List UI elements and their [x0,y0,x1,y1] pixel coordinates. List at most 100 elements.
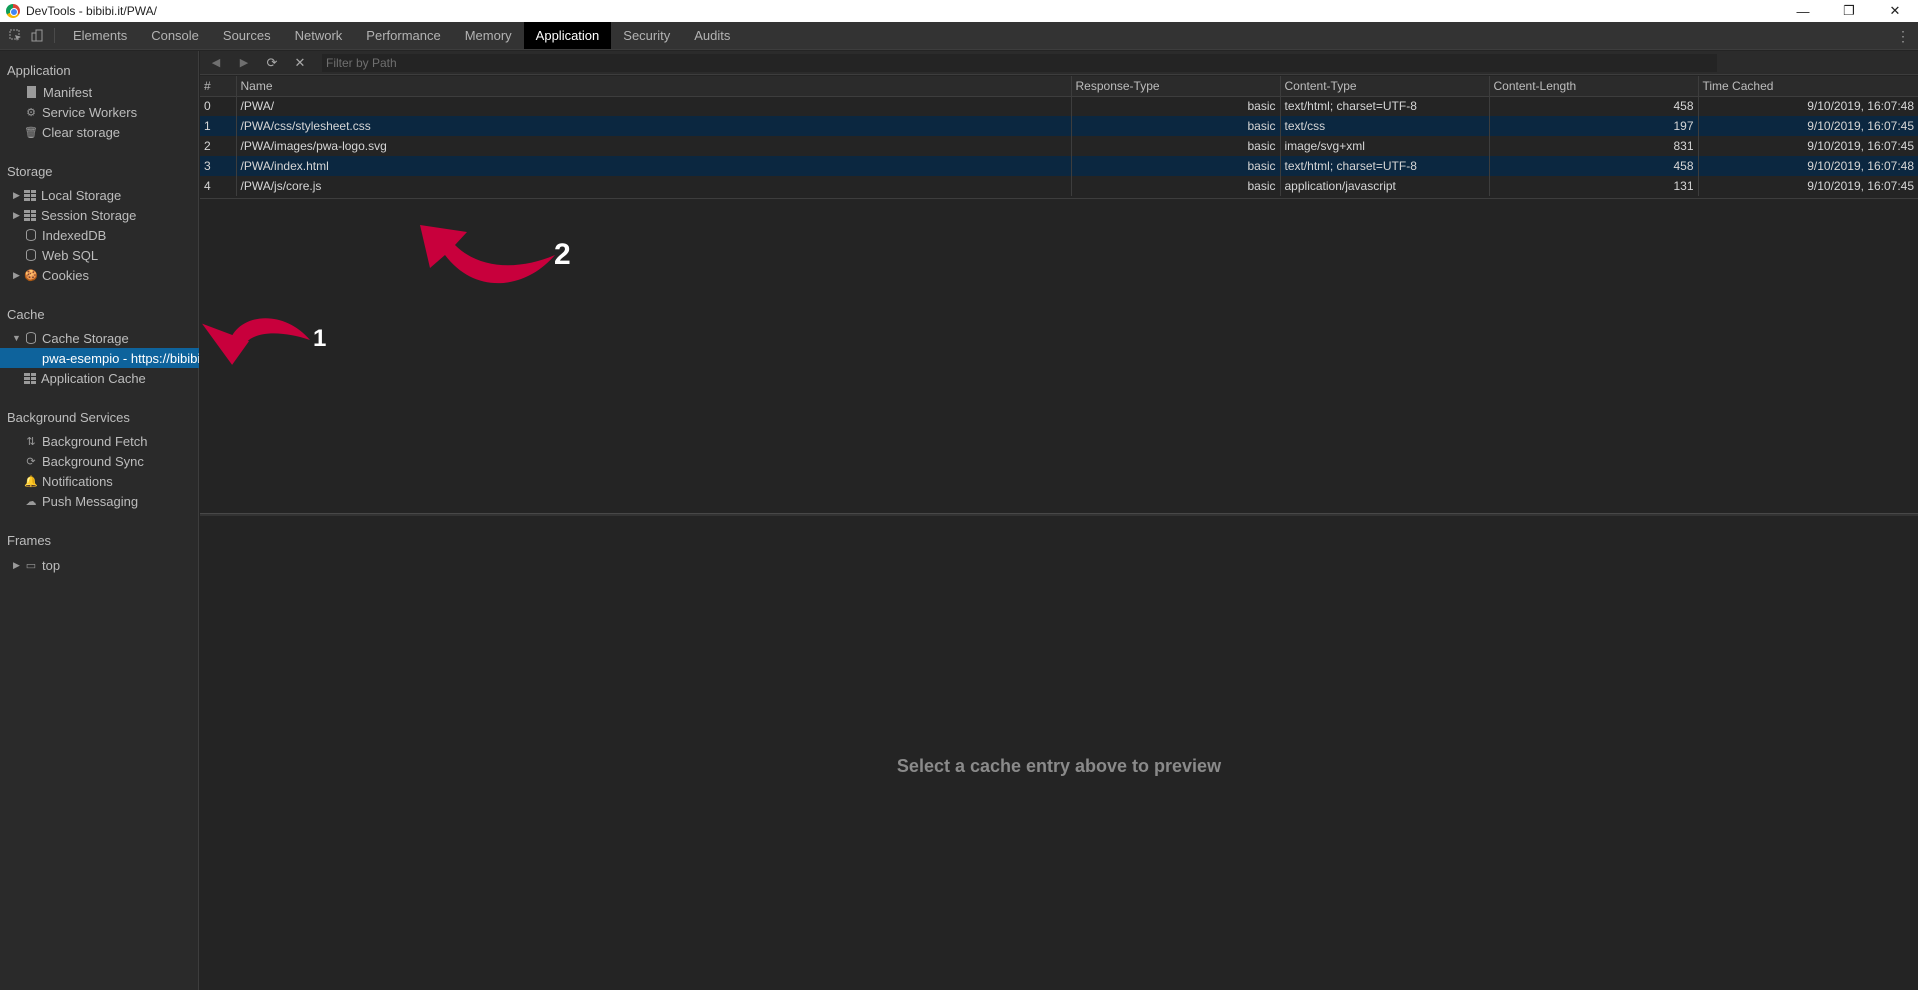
cell-time-cached: 9/10/2019, 16:07:45 [1698,116,1918,136]
tab-audits[interactable]: Audits [682,22,742,49]
expand-arrow-icon[interactable]: ▶ [13,210,20,221]
expand-arrow-icon[interactable]: ▶ [13,190,20,201]
sync-icon: ⟳ [26,455,36,468]
database-icon [26,229,36,241]
table-row[interactable]: 1 /PWA/css/stylesheet.css basic text/css… [200,116,1918,136]
preview-placeholder: Select a cache entry above to preview [896,756,1222,776]
sidebar-item-frame-top[interactable]: ▭ top [24,555,60,575]
column-header-content-type[interactable]: Content-Type [1280,76,1490,97]
sidebar-item-label: IndexedDB [42,227,107,243]
sidebar-item-background-sync[interactable]: ⟳ Background Sync [24,451,144,471]
sidebar-item-label: top [42,557,61,573]
sidebar-item-cookies[interactable]: 🍪 Cookies [24,265,89,285]
sidebar-item-web-sql[interactable]: Web SQL [24,245,98,265]
cell-index: 1 [200,116,237,136]
section-title-application: Application [7,63,71,78]
sidebar-item-service-workers[interactable]: ⚙ Service Workers [24,102,137,122]
cell-content-type: text/css [1280,116,1490,136]
sidebar-item-label: pwa-esempio - https://bibibi.it [42,350,199,366]
cell-time-cached: 9/10/2019, 16:07:48 [1807,99,1914,114]
table-row[interactable]: 3 /PWA/index.html basic text/html; chars… [200,156,1918,176]
bell-icon: 🔔 [24,475,38,488]
tab-memory[interactable]: Memory [453,22,524,49]
sidebar-item-cache-entry[interactable]: pwa-esempio - https://bibibi.it [0,348,199,368]
tab-separator [54,28,55,43]
cell-response-type: basic [1071,96,1281,116]
more-options-icon[interactable]: ⋮ [1896,22,1910,50]
expand-arrow-icon[interactable]: ▶ [13,270,20,281]
table-icon [24,372,36,384]
cell-index: 3 [200,156,237,176]
sidebar-item-label: Background Sync [42,453,144,469]
window-controls: — ❐ ✕ [1780,0,1918,22]
cell-content-length: 197 [1489,116,1699,136]
refresh-icon[interactable]: ⟳ [258,55,286,71]
tab-sources[interactable]: Sources [211,22,283,49]
inspect-element-icon[interactable] [4,22,26,49]
cache-entries-table: # Name Response-Type Content-Type Conten… [200,76,1918,196]
cell-time-cached: 9/10/2019, 16:07:48 [1698,156,1918,176]
sidebar-item-label: Session Storage [41,207,137,223]
tab-performance[interactable]: Performance [354,22,452,49]
sidebar-item-label: Application Cache [41,370,146,386]
sidebar-item-application-cache[interactable]: Application Cache [24,368,146,388]
next-page-icon[interactable]: ▶ [230,56,258,69]
panel-splitter[interactable] [200,513,1918,516]
cell-content-type: image/svg+xml [1280,136,1490,156]
close-button[interactable]: ✕ [1872,0,1918,22]
sidebar-item-local-storage[interactable]: Local Storage [24,185,121,205]
sidebar-item-session-storage[interactable]: Session Storage [24,205,136,225]
table-row[interactable]: 4 /PWA/js/core.js basic application/java… [200,176,1918,196]
collapse-arrow-icon[interactable]: ▼ [12,333,21,343]
table-row[interactable]: 0 /PWA/ basic text/html; charset=UTF-8 4… [200,96,1918,116]
cell-name: /PWA/js/core.js [236,176,1072,196]
table-row[interactable]: 2 /PWA/images/pwa-logo.svg basic image/s… [200,136,1918,156]
filter-by-path-input[interactable]: Filter by Path [322,53,1717,72]
cell-time-cached: 9/10/2019, 16:07:45 [1807,179,1914,193]
devtools-tabbar: Elements Console Sources Network Perform… [0,22,1918,50]
cell-response-type: basic [1071,176,1281,196]
cell-response-type: basic [1071,136,1281,156]
column-header-name[interactable]: Name [236,76,1072,97]
restore-button[interactable]: ❐ [1826,0,1872,22]
cell-content-type: text/html; charset=UTF-8 [1280,96,1490,116]
minimize-button[interactable]: — [1780,0,1826,22]
tab-console[interactable]: Console [139,22,211,49]
sidebar-item-cache-storage[interactable]: Cache Storage [24,328,129,348]
delete-icon[interactable]: ✕ [286,55,314,71]
tab-network[interactable]: Network [283,22,355,49]
previous-page-icon[interactable]: ◀ [202,56,230,69]
column-header-time-cached[interactable]: Time Cached [1698,76,1918,97]
tab-security[interactable]: Security [611,22,682,49]
sidebar-item-label: Cookies [42,267,89,283]
annotation-label-1: 1 [313,325,327,352]
column-header-response-type[interactable]: Response-Type [1071,76,1281,97]
cloud-icon: ☁ [25,495,37,508]
expand-arrow-icon[interactable]: ▶ [13,560,20,571]
cell-content-length: 458 [1489,96,1699,116]
sidebar-item-label: Local Storage [41,187,122,203]
table-icon [24,189,36,201]
sidebar-item-manifest[interactable]: Manifest [24,82,92,102]
table-icon [24,209,36,221]
sidebar-item-notifications[interactable]: 🔔 Notifications [24,471,113,491]
column-header-index[interactable]: # [200,76,237,97]
device-toolbar-icon[interactable] [26,22,48,49]
cell-content-type: text/html; charset=UTF-8 [1280,156,1490,176]
sidebar-item-push-messaging[interactable]: ☁ Push Messaging [24,491,139,511]
section-title-cache: Cache [7,307,45,322]
cell-content-length: 458 [1489,156,1699,176]
cell-name: /PWA/index.html [236,156,1072,176]
cell-response-type: basic [1071,156,1281,176]
sidebar-item-clear-storage[interactable]: 🗑 Clear storage [24,122,120,142]
cell-index: 2 [200,136,237,156]
sidebar-item-indexeddb[interactable]: IndexedDB [24,225,106,245]
cell-index: 4 [200,176,237,196]
sidebar-item-label: Service Workers [42,104,138,120]
tab-application[interactable]: Application [523,22,612,49]
column-header-content-length[interactable]: Content-Length [1489,76,1699,97]
cell-name: /PWA/ [236,96,1072,116]
cell-content-length: 131 [1489,176,1699,196]
sidebar-item-background-fetch[interactable]: ⇅ Background Fetch [24,431,147,451]
tab-elements[interactable]: Elements [61,22,139,49]
